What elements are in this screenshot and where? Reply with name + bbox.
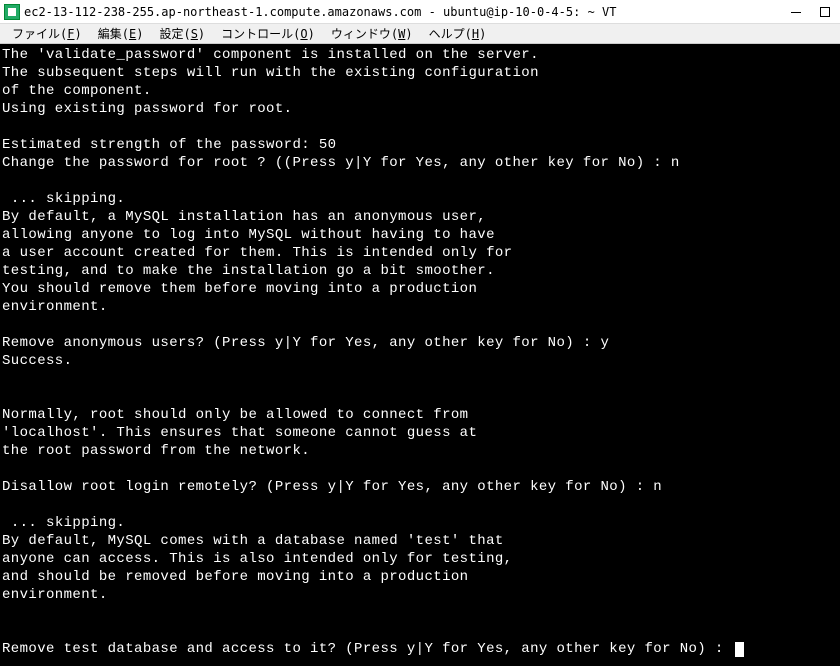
- terminal-line: [2, 604, 838, 622]
- terminal-cursor: [735, 642, 744, 657]
- maximize-button[interactable]: [820, 7, 830, 17]
- terminal-line: By default, MySQL comes with a database …: [2, 532, 838, 550]
- terminal-line: You should remove them before moving int…: [2, 280, 838, 298]
- menu-control[interactable]: コントロール(O): [213, 23, 323, 44]
- terminal-line: a user account created for them. This is…: [2, 244, 838, 262]
- terminal-line: anyone can access. This is also intended…: [2, 550, 838, 568]
- terminal-line: [2, 370, 838, 388]
- terminal-line: Change the password for root ? ((Press y…: [2, 154, 838, 172]
- terminal-line: Disallow root login remotely? (Press y|Y…: [2, 478, 838, 496]
- terminal-line: Success.: [2, 352, 838, 370]
- terminal-line: the root password from the network.: [2, 442, 838, 460]
- app-icon: [4, 4, 20, 20]
- terminal-line: Estimated strength of the password: 50: [2, 136, 838, 154]
- terminal-prompt-line: Remove test database and access to it? (…: [2, 640, 838, 658]
- terminal-line: [2, 118, 838, 136]
- menu-window[interactable]: ウィンドウ(W): [323, 23, 421, 44]
- terminal-line: By default, a MySQL installation has an …: [2, 208, 838, 226]
- window-controls: [790, 0, 836, 23]
- terminal-line: [2, 622, 838, 640]
- window-title: ec2-13-112-238-255.ap-northeast-1.comput…: [24, 5, 790, 19]
- terminal-line: ... skipping.: [2, 190, 838, 208]
- terminal-line: Using existing password for root.: [2, 100, 838, 118]
- minimize-button[interactable]: [790, 6, 802, 18]
- terminal-line: testing, and to make the installation go…: [2, 262, 838, 280]
- terminal-line: The 'validate_password' component is ins…: [2, 46, 838, 64]
- terminal-line: Normally, root should only be allowed to…: [2, 406, 838, 424]
- terminal-line: [2, 388, 838, 406]
- terminal-line: 'localhost'. This ensures that someone c…: [2, 424, 838, 442]
- terminal-line: Remove anonymous users? (Press y|Y for Y…: [2, 334, 838, 352]
- terminal-line: of the component.: [2, 82, 838, 100]
- terminal-line: ... skipping.: [2, 514, 838, 532]
- menu-edit[interactable]: 編集(E): [90, 23, 152, 44]
- terminal-line: [2, 172, 838, 190]
- terminal-line: [2, 496, 838, 514]
- menu-help[interactable]: ヘルプ(H): [421, 23, 495, 44]
- terminal-line: The subsequent steps will run with the e…: [2, 64, 838, 82]
- terminal-line: [2, 316, 838, 334]
- terminal-line: environment.: [2, 586, 838, 604]
- menubar: ファイル(F) 編集(E) 設定(S) コントロール(O) ウィンドウ(W) ヘ…: [0, 24, 840, 44]
- terminal-line: allowing anyone to log into MySQL withou…: [2, 226, 838, 244]
- terminal[interactable]: The 'validate_password' component is ins…: [0, 44, 840, 666]
- menu-setting[interactable]: 設定(S): [151, 23, 213, 44]
- titlebar[interactable]: ec2-13-112-238-255.ap-northeast-1.comput…: [0, 0, 840, 24]
- terminal-line: and should be removed before moving into…: [2, 568, 838, 586]
- terminal-line: [2, 460, 838, 478]
- menu-file[interactable]: ファイル(F): [4, 23, 90, 44]
- terminal-line: environment.: [2, 298, 838, 316]
